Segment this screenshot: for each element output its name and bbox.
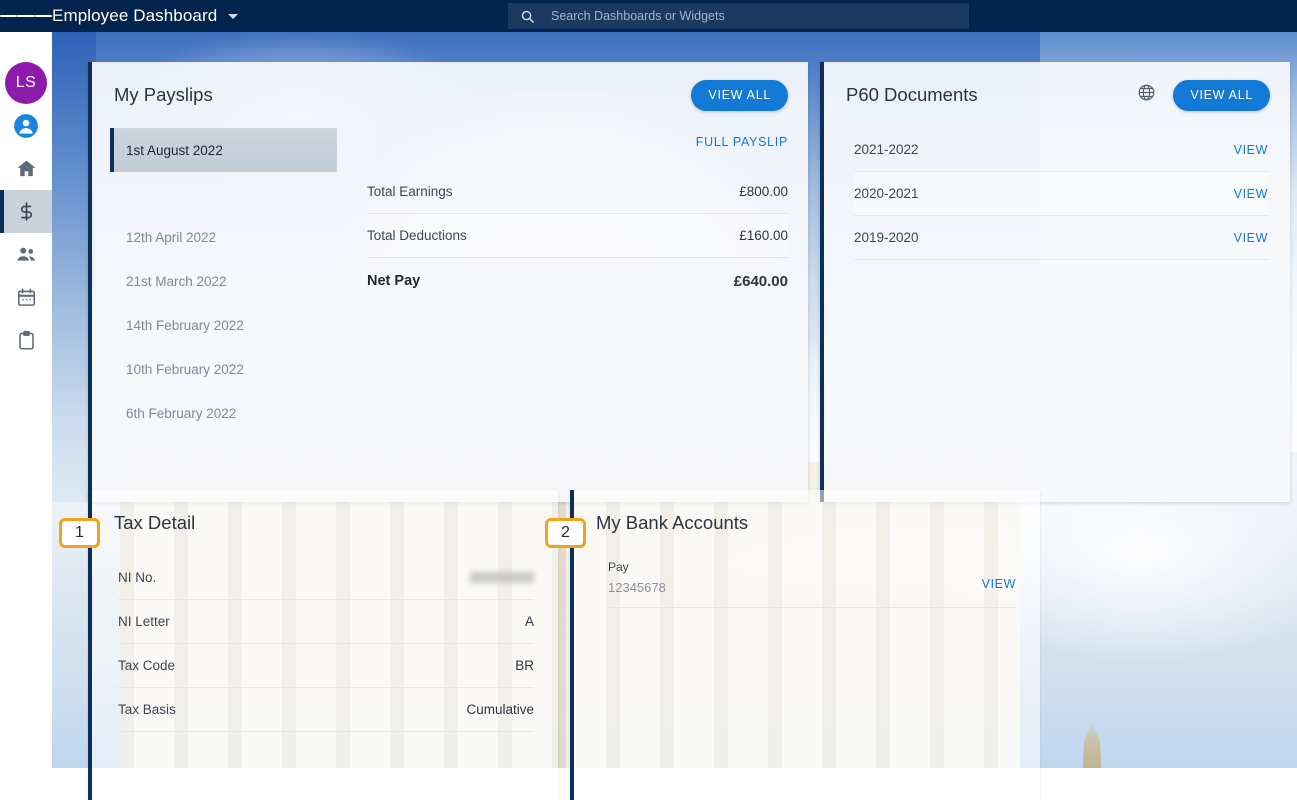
table-row: NI No. <box>118 556 534 600</box>
table-row: Tax Code BR <box>118 644 534 688</box>
amount-label: Total Earnings <box>367 184 453 199</box>
tax-detail-card: Tax Detail NI No. NI Letter A Tax Code B… <box>88 490 558 800</box>
top-bar: Employee Dashboard <box>0 0 1297 32</box>
search-icon <box>521 10 534 23</box>
clipboard-icon <box>16 330 37 351</box>
tax-label: NI Letter <box>118 614 170 629</box>
list-item[interactable]: 10th February 2022 <box>110 347 337 391</box>
amount-value: £160.00 <box>739 228 788 243</box>
list-item[interactable]: 14th February 2022 <box>110 303 337 347</box>
tax-value: Cumulative <box>466 702 534 717</box>
sidebar-item-home[interactable] <box>0 147 52 190</box>
payslips-body: 1st August 2022 12th April 2022 21st Mar… <box>92 128 808 435</box>
table-row: 2020-2021 VIEW <box>854 172 1268 216</box>
globe-icon[interactable] <box>1137 83 1156 107</box>
people-team-icon <box>15 243 38 266</box>
payslip-date-list: 1st August 2022 12th April 2022 21st Mar… <box>92 128 337 435</box>
net-pay-value: £640.00 <box>733 272 788 290</box>
sidebar-item-calendar[interactable] <box>0 276 52 319</box>
page-title: Employee Dashboard <box>52 6 218 25</box>
card-header: Tax Detail <box>92 490 558 556</box>
net-pay-row: Net Pay £640.00 <box>367 258 788 304</box>
table-row: 2021-2022 VIEW <box>854 128 1268 172</box>
bank-account-name: Pay <box>608 560 629 574</box>
card-header: My Bank Accounts <box>574 490 1040 556</box>
p60-view-link[interactable]: VIEW <box>1234 231 1268 245</box>
card-header: My Payslips VIEW ALL <box>92 62 808 128</box>
full-payslip-link[interactable]: FULL PAYSLIP <box>696 135 788 149</box>
net-pay-label: Net Pay <box>367 273 421 289</box>
card-header: P60 Documents VIEW ALL <box>824 62 1290 128</box>
table-row: Total Deductions £160.00 <box>367 214 788 258</box>
amount-value: £800.00 <box>739 184 788 199</box>
p60-documents-card: P60 Documents VIEW ALL 2021-2022 VIEW 20… <box>820 62 1290 502</box>
p60-year: 2019-2020 <box>854 230 919 245</box>
calendar-icon <box>16 287 37 308</box>
card-title: P60 Documents <box>846 84 978 105</box>
card-title: My Payslips <box>114 84 213 105</box>
sidebar: LS <box>0 32 52 768</box>
p60-list: 2021-2022 VIEW 2020-2021 VIEW 2019-2020 … <box>824 128 1290 260</box>
p60-year: 2020-2021 <box>854 186 919 201</box>
annotation-badge-2: 2 <box>545 518 586 548</box>
table-row: Total Earnings £800.00 <box>367 170 788 214</box>
search-input[interactable] <box>551 9 957 23</box>
sidebar-item-profile[interactable] <box>0 104 52 147</box>
chevron-down-icon[interactable] <box>228 13 239 19</box>
sidebar-item-team[interactable] <box>0 233 52 276</box>
list-item[interactable]: 21st March 2022 <box>110 259 337 303</box>
tax-label: NI No. <box>118 570 157 585</box>
table-row: Tax Basis Cumulative <box>118 688 534 732</box>
annotation-badge-1: 1 <box>59 518 100 548</box>
p60-year: 2021-2022 <box>854 142 919 157</box>
list-item[interactable]: 12th April 2022 <box>110 215 337 259</box>
dollar-pay-icon <box>16 201 37 222</box>
sidebar-item-pay[interactable] <box>0 190 52 233</box>
payslips-view-all-button[interactable]: VIEW ALL <box>691 79 788 111</box>
tax-label: Tax Code <box>118 658 176 673</box>
my-bank-accounts-card: My Bank Accounts Pay 12345678 VIEW <box>570 490 1040 800</box>
card-title: Tax Detail <box>114 512 196 533</box>
bank-account-number: 12345678 <box>608 580 666 595</box>
table-row: 2019-2020 VIEW <box>854 216 1268 260</box>
user-profile-icon <box>13 113 39 139</box>
amount-label: Total Deductions <box>367 228 467 243</box>
table-row: NI Letter A <box>118 600 534 644</box>
ni-number-redacted-value <box>470 572 534 583</box>
sidebar-item-tasks[interactable] <box>0 319 52 362</box>
tax-label: Tax Basis <box>118 702 176 717</box>
tax-value: A <box>524 614 534 629</box>
avatar[interactable]: LS <box>5 62 47 104</box>
payslip-detail-panel: FULL PAYSLIP Total Earnings £800.00 Tota… <box>337 128 788 435</box>
card-title: My Bank Accounts <box>596 512 749 533</box>
p60-view-link[interactable]: VIEW <box>1234 143 1268 157</box>
list-item[interactable]: 6th February 2022 <box>110 391 337 435</box>
bank-view-link[interactable]: VIEW <box>982 577 1016 591</box>
tax-detail-list: NI No. NI Letter A Tax Code BR Tax Basis… <box>92 556 558 732</box>
home-icon <box>16 158 37 179</box>
my-payslips-card: My Payslips VIEW ALL 1st August 2022 12t… <box>88 62 808 502</box>
table-row: Pay 12345678 VIEW <box>608 556 1016 608</box>
p60-view-link[interactable]: VIEW <box>1234 187 1268 201</box>
p60-view-all-button[interactable]: VIEW ALL <box>1173 79 1270 111</box>
hamburger-icon[interactable] <box>0 0 52 32</box>
search-bar[interactable] <box>508 3 969 29</box>
list-item[interactable]: 1st August 2022 <box>110 128 337 172</box>
bank-accounts-list: Pay 12345678 VIEW <box>574 556 1040 608</box>
tax-value: BR <box>515 658 534 673</box>
